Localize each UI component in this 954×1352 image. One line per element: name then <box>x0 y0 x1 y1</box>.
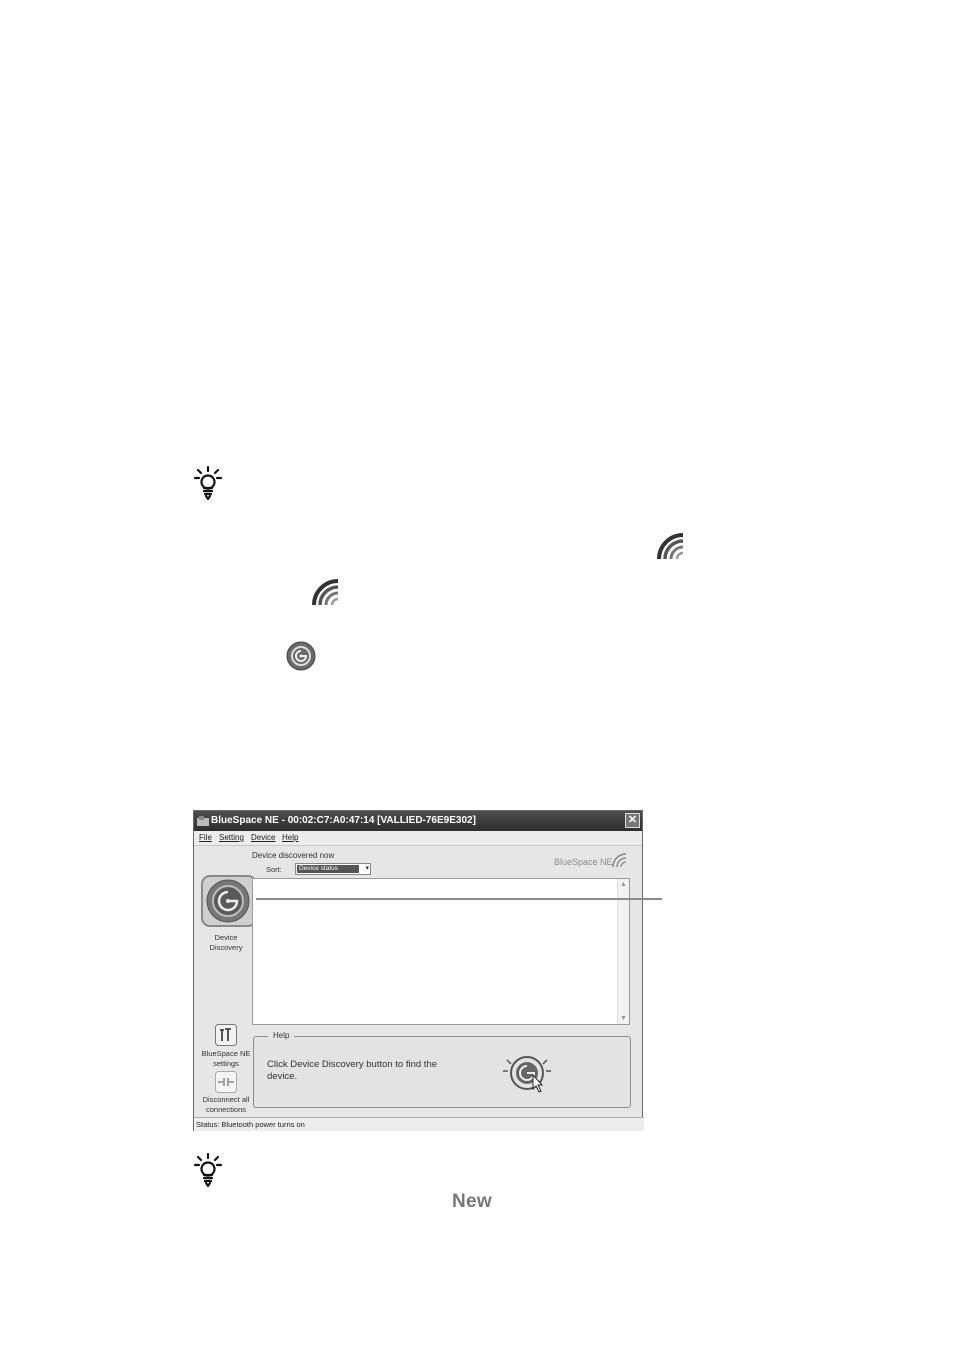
bluespace-logo-icon <box>612 853 627 868</box>
device-discovery-label: Device Discovery <box>209 933 243 952</box>
lightbulb-tip-icon <box>193 1153 223 1187</box>
bluespace-ne-icon <box>657 533 685 561</box>
scroll-down-icon[interactable]: ▼ <box>618 1013 629 1024</box>
sort-value: Device status <box>297 865 359 873</box>
settings-tools-icon[interactable] <box>215 1024 237 1046</box>
sort-label: Sort: <box>266 865 282 874</box>
scroll-up-icon[interactable]: ▲ <box>618 879 629 890</box>
title-bar[interactable]: BlueSpace NE - 00:02:C7:A0:47:14 [VALLIE… <box>194 811 642 831</box>
sort-dropdown[interactable]: Device status ▾ <box>295 863 371 875</box>
menu-setting[interactable]: Setting <box>219 831 244 845</box>
status-bar: Status: Bluetooth power turns on <box>194 1117 644 1131</box>
chevron-down-icon[interactable]: ▾ <box>365 864 369 874</box>
menu-help[interactable]: Help <box>282 831 298 845</box>
new-label: New <box>452 1191 492 1212</box>
brand-logo-text: BlueSpace NE <box>554 857 613 867</box>
bluespace-ne-icon <box>312 579 340 607</box>
device-discovery-button[interactable] <box>201 875 257 927</box>
menu-file[interactable]: File <box>199 831 212 845</box>
callout-line <box>256 898 662 900</box>
close-button[interactable]: ✕ <box>625 813 640 828</box>
help-text: Click Device Discovery button to find th… <box>267 1059 438 1082</box>
device-list-header: Device discovered now <box>252 851 335 860</box>
device-list-scrollbar[interactable]: ▲ ▼ <box>617 879 629 1024</box>
disconnect-label: Disconnect all connections <box>202 1095 250 1114</box>
discovery-click-illustration-icon <box>503 1056 551 1093</box>
bluespace-window: BlueSpace NE - 00:02:C7:A0:47:14 [VALLIE… <box>193 810 644 1131</box>
disconnect-plug-icon[interactable] <box>215 1071 237 1093</box>
help-legend: Help <box>268 1031 295 1040</box>
window-title: BlueSpace NE - 00:02:C7:A0:47:14 [VALLIE… <box>211 815 476 826</box>
menu-bar: File Setting Device Help <box>194 831 642 846</box>
app-icon <box>197 816 209 826</box>
settings-label: BlueSpace NE settings <box>201 1049 251 1068</box>
help-panel: Help Click Device Discovery button to fi… <box>253 1031 631 1108</box>
device-discovery-icon <box>286 641 316 671</box>
lightbulb-tip-icon <box>193 466 223 500</box>
device-list[interactable]: ▲ ▼ <box>252 878 630 1025</box>
menu-device[interactable]: Device <box>251 831 275 845</box>
